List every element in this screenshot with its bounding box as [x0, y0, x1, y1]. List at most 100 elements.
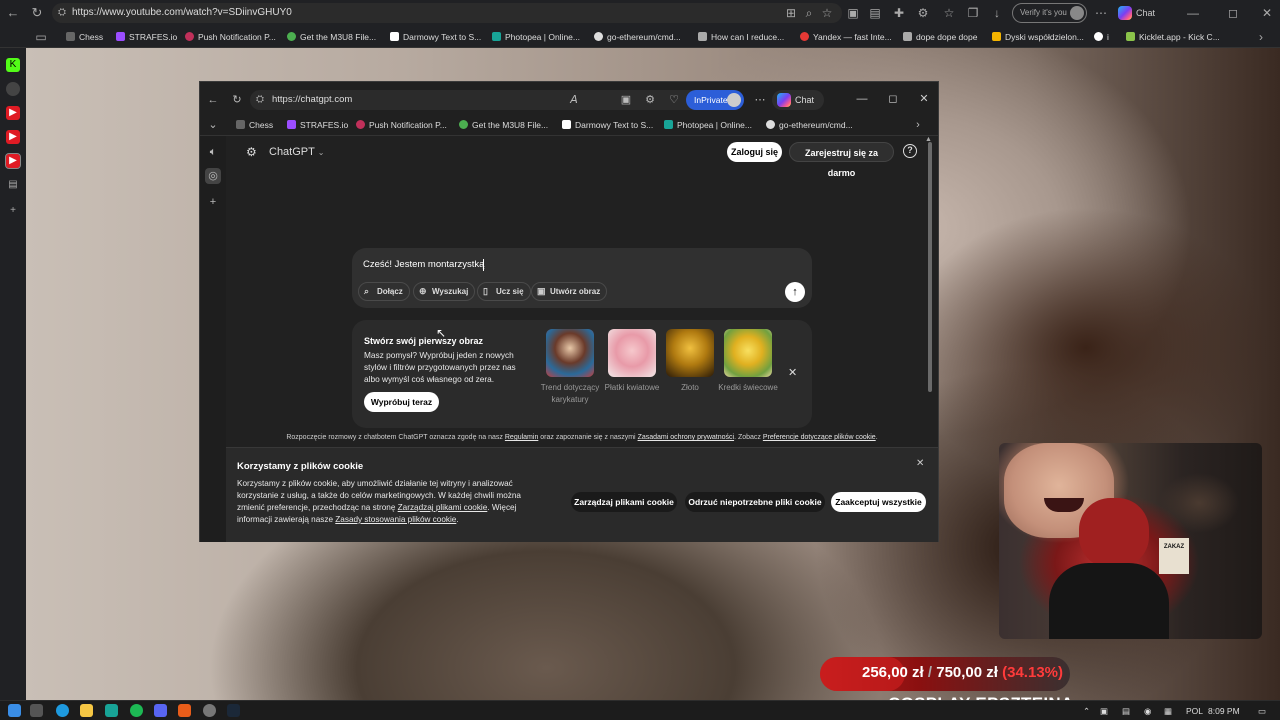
- bookmark[interactable]: Kicklet.app - Kick C...: [1126, 29, 1220, 45]
- study-button[interactable]: ▯ Ucz się: [477, 282, 531, 301]
- copilot-chat-button[interactable]: Chat: [1114, 3, 1166, 23]
- bookmark[interactable]: dope dope dope: [903, 29, 977, 45]
- help-icon[interactable]: ?: [903, 144, 917, 158]
- cookie-policy-link[interactable]: Zasady stosowania plików cookie: [335, 515, 456, 524]
- manage-cookies-button[interactable]: Zarządzaj plikami cookie: [571, 492, 677, 512]
- app-icon[interactable]: ⊞: [782, 4, 800, 22]
- kick-icon[interactable]: K: [6, 58, 20, 72]
- extensions-icon[interactable]: ⚙: [642, 92, 658, 108]
- bookmark[interactable]: Chess: [236, 117, 273, 133]
- youtube-icon[interactable]: ▶: [5, 153, 21, 169]
- create-image-button[interactable]: ▣ Utwórz obraz: [531, 282, 608, 301]
- tray-icon[interactable]: ◉: [1144, 704, 1151, 718]
- close-icon[interactable]: ✕: [1258, 4, 1276, 22]
- bookmark[interactable]: Photopea | Online...: [664, 117, 752, 133]
- bookmark[interactable]: Chess: [66, 29, 103, 45]
- download-icon[interactable]: ↓: [988, 4, 1006, 22]
- tray-chevron-icon[interactable]: ⌃: [1083, 704, 1090, 718]
- scroll-up-icon[interactable]: ▲: [925, 136, 932, 143]
- copilot-chat-button[interactable]: Chat: [772, 90, 824, 110]
- extensions-icon[interactable]: ⚙: [914, 4, 932, 22]
- back-icon[interactable]: ←: [205, 92, 221, 108]
- youtube-icon[interactable]: ▶: [6, 130, 20, 144]
- favorites-icon[interactable]: ☆: [940, 4, 958, 22]
- app-icon[interactable]: [6, 82, 20, 96]
- bookmark[interactable]: go-ethereum/cmd...: [594, 29, 681, 45]
- try-now-button[interactable]: Wypróbuj teraz: [364, 392, 439, 412]
- more-icon[interactable]: ⋯: [1092, 4, 1110, 22]
- outer-address-bar[interactable]: ⛭ https://www.youtube.com/watch?v=SDiinv…: [52, 3, 842, 23]
- favorite-star-icon[interactable]: ☆: [818, 4, 836, 22]
- bookmark[interactable]: Get the M3U8 File...: [459, 117, 548, 133]
- edge-icon[interactable]: [56, 704, 69, 717]
- bookmark[interactable]: STRAFES.io: [116, 29, 177, 45]
- model-selector[interactable]: ChatGPT ⌄: [269, 146, 324, 158]
- cookie-prefs-link[interactable]: Preferencje dotyczące plików cookie: [763, 434, 876, 441]
- spotify-icon[interactable]: [130, 704, 143, 717]
- browser-essentials-icon[interactable]: ♡: [666, 92, 682, 108]
- speaker-icon[interactable]: 🔈︎: [205, 144, 221, 160]
- sidebar-toggle-icon[interactable]: ▭: [32, 28, 50, 46]
- chatgpt-tab-icon[interactable]: ◎: [205, 168, 221, 184]
- privacy-link[interactable]: Zasadami ochrony prywatności: [638, 434, 735, 441]
- close-icon[interactable]: ✕: [916, 458, 924, 469]
- reject-cookies-button[interactable]: Odrzuć niepotrzebne pliki cookie: [685, 492, 825, 512]
- bookmark[interactable]: STRAFES.io: [287, 117, 348, 133]
- login-button[interactable]: Zaloguj się: [727, 142, 782, 162]
- clock[interactable]: 8:09 PM: [1208, 704, 1240, 718]
- composer-input[interactable]: Cześć! Jestem montarzystką: [363, 259, 484, 270]
- extension-icon[interactable]: ✚: [890, 4, 908, 22]
- tray-icon[interactable]: ▣: [1100, 704, 1108, 718]
- scrollbar[interactable]: [928, 142, 932, 392]
- bookmark[interactable]: Darmowy Text to S...: [562, 117, 653, 133]
- obs-icon[interactable]: [203, 704, 216, 717]
- more-icon[interactable]: ⋯: [752, 92, 768, 108]
- signup-button[interactable]: Zarejestruj się za darmo: [789, 142, 894, 178]
- close-icon[interactable]: ✕: [788, 366, 797, 379]
- bookmark[interactable]: Get the M3U8 File...: [287, 29, 376, 45]
- refresh-icon[interactable]: ↻: [229, 92, 245, 108]
- close-icon[interactable]: ✕: [914, 90, 934, 108]
- accept-cookies-button[interactable]: Zaakceptuj wszystkie: [831, 492, 926, 512]
- minimize-icon[interactable]: —: [1184, 4, 1202, 22]
- add-icon[interactable]: +: [205, 194, 221, 210]
- refresh-icon[interactable]: ↻: [28, 4, 46, 22]
- inprivate-badge[interactable]: InPrivate: [686, 90, 744, 110]
- manage-cookies-link[interactable]: Zarządzaj plikami cookie: [398, 503, 488, 512]
- task-view-icon[interactable]: [30, 704, 43, 717]
- style-thumbnail-crayons[interactable]: [724, 329, 772, 377]
- attach-button[interactable]: ⌕ Dołącz: [358, 282, 410, 301]
- send-button[interactable]: ↑: [785, 282, 805, 302]
- style-thumbnail-gold[interactable]: [666, 329, 714, 377]
- inner-address-bar[interactable]: ⛭ https://chatgpt.com: [250, 90, 705, 110]
- bookmark[interactable]: How can I reduce...: [698, 29, 784, 45]
- bookmark[interactable]: Photopea | Online...: [492, 29, 580, 45]
- style-thumbnail-petals[interactable]: [608, 329, 656, 377]
- extension-icon[interactable]: ▣: [844, 4, 862, 22]
- style-thumbnail-caricature[interactable]: [546, 329, 594, 377]
- tab-actions-icon[interactable]: ▤: [6, 178, 20, 192]
- minimize-icon[interactable]: —: [852, 90, 872, 108]
- bookmark[interactable]: Darmowy Text to S...: [390, 29, 481, 45]
- bookmark[interactable]: Yandex — fast Inte...: [800, 29, 892, 45]
- tray-icon[interactable]: ▦: [1164, 704, 1172, 718]
- collections-icon[interactable]: ❐: [964, 4, 982, 22]
- back-icon[interactable]: ←: [4, 4, 22, 22]
- bookmark[interactable]: Push Notification P...: [356, 117, 447, 133]
- add-icon[interactable]: +: [6, 204, 20, 218]
- bookmark[interactable]: go-ethereum/cmd...: [766, 117, 853, 133]
- language-indicator[interactable]: POL: [1186, 704, 1203, 718]
- explorer-icon[interactable]: [80, 704, 93, 717]
- chevron-right-icon[interactable]: ›: [910, 117, 926, 133]
- search-button[interactable]: ⊕ Wyszukaj: [413, 282, 476, 301]
- app-icon[interactable]: ▣: [618, 92, 634, 108]
- chevron-down-icon[interactable]: ⌄: [205, 117, 221, 133]
- start-icon[interactable]: [8, 704, 21, 717]
- bookmark[interactable]: Push Notification P...: [185, 29, 276, 45]
- zoom-icon[interactable]: ⌕: [800, 4, 818, 22]
- youtube-icon[interactable]: ▶: [6, 106, 20, 120]
- notification-icon[interactable]: ▭: [1258, 704, 1266, 718]
- terms-link[interactable]: Regulamin: [505, 434, 538, 441]
- app-icon[interactable]: [178, 704, 191, 717]
- discord-icon[interactable]: [154, 704, 167, 717]
